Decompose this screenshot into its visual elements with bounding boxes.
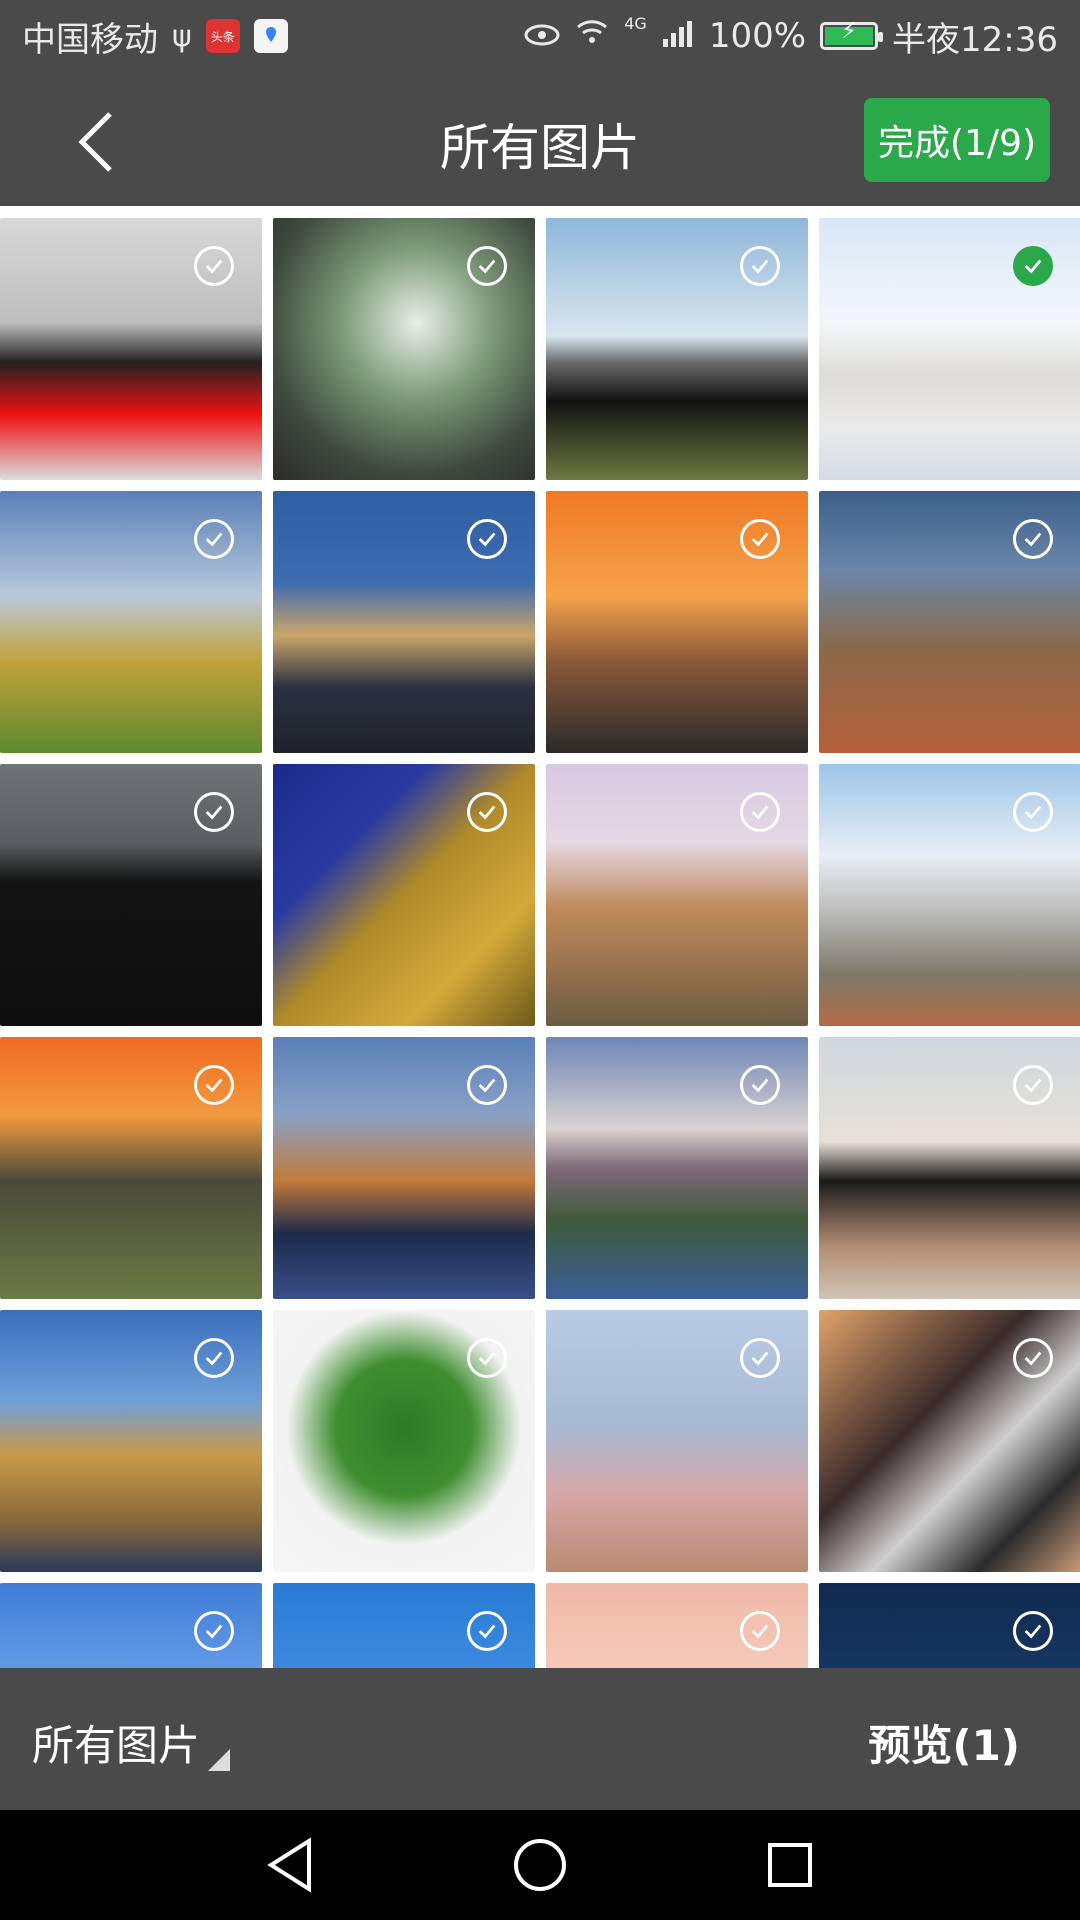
photo-thumbnail-black-sports-car[interactable] <box>546 218 808 480</box>
circle-home-icon <box>514 1839 566 1891</box>
checkmark-circle-icon[interactable] <box>467 1611 507 1651</box>
square-recents-icon <box>768 1843 812 1887</box>
nav-home-button[interactable] <box>505 1830 575 1900</box>
photo-thumbnail-cathedral-tower[interactable] <box>0 1583 262 1668</box>
photo-thumbnail-pink-sofa-interior[interactable] <box>546 1310 808 1572</box>
photo-thumbnail-chocolate-hills[interactable] <box>0 491 262 753</box>
checkmark-circle-icon[interactable] <box>1013 1611 1053 1651</box>
checkmark-circle-icon[interactable] <box>1013 792 1053 832</box>
network-type: 4G <box>624 14 647 33</box>
bottom-bar: 所有图片 预览(1) <box>0 1668 1080 1810</box>
photo-thumbnail-mountain-lake[interactable] <box>546 1037 808 1299</box>
album-selector[interactable]: 所有图片 <box>32 1712 231 1773</box>
checkmark-circle-icon[interactable] <box>194 246 234 286</box>
done-button[interactable]: 完成(1/9) <box>864 98 1050 182</box>
time-text: 半夜12:36 <box>892 19 1058 60</box>
photo-thumbnail-white-hill-village[interactable] <box>819 764 1080 1026</box>
battery-icon: ⚡ <box>820 19 884 50</box>
header-bar: 所有图片 完成(1/9) <box>0 72 1080 206</box>
checkmark-circle-icon[interactable] <box>740 246 780 286</box>
photo-thumbnail-colosseum-arches[interactable] <box>273 764 535 1026</box>
photo-thumbnail-green-plant-vase[interactable] <box>273 1310 535 1572</box>
photo-thumbnail-walled-town[interactable] <box>546 764 808 1026</box>
checkmark-circle-icon[interactable] <box>740 1065 780 1105</box>
checkmark-circle-icon[interactable] <box>194 1611 234 1651</box>
dropdown-triangle-icon <box>208 1749 231 1771</box>
checkmark-circle-icon[interactable] <box>740 1611 780 1651</box>
checkmark-circle-icon[interactable] <box>467 246 507 286</box>
checkmark-circle-icon[interactable] <box>1013 1065 1053 1105</box>
signal-icon <box>661 16 695 56</box>
photo-thumbnail-river-bridge-town[interactable] <box>819 218 1080 480</box>
checkmark-circle-icon[interactable] <box>1013 1338 1053 1378</box>
checkmark-circle-icon[interactable] <box>740 519 780 559</box>
photo-thumbnail-prague-church[interactable] <box>819 491 1080 753</box>
photo-thumbnail-snowdrop-flowers[interactable] <box>273 218 535 480</box>
checkmark-circle-icon[interactable] <box>467 792 507 832</box>
checkmark-circle-icon[interactable] <box>194 519 234 559</box>
wifi-icon <box>574 16 610 56</box>
photo-thumbnail-stockholm-night[interactable] <box>273 1037 535 1299</box>
checkmark-selected-icon[interactable] <box>1013 246 1053 286</box>
checkmark-circle-icon[interactable] <box>194 1338 234 1378</box>
carrier-text: 中国移动 <box>22 19 158 60</box>
photo-thumbnail-coastal-cliffs[interactable] <box>546 1583 808 1668</box>
checkmark-circle-icon[interactable] <box>1013 519 1053 559</box>
checkmark-circle-icon[interactable] <box>467 1065 507 1105</box>
photo-thumbnail-hanging-houses[interactable] <box>0 1310 262 1572</box>
usb-icon: ψ <box>172 18 192 54</box>
maps-app-icon <box>253 19 288 53</box>
photo-thumbnail-woman-red-skirt[interactable] <box>0 218 262 480</box>
system-nav-bar <box>0 1810 1080 1920</box>
preview-button[interactable]: 预览(1) <box>868 1712 1020 1773</box>
photo-thumbnail-street-fashion-woman[interactable] <box>819 1310 1080 1572</box>
toutiao-label: 头条 <box>210 29 235 44</box>
photo-thumbnail-city-waterfront-dusk[interactable] <box>273 491 535 753</box>
photo-grid <box>0 218 1080 1668</box>
status-bar: 中国移动 ψ 头条 4G 100% ⚡ 半夜12:36 <box>0 0 1080 72</box>
checkmark-circle-icon[interactable] <box>467 1338 507 1378</box>
photo-thumbnail-great-wall-sunset[interactable] <box>0 1037 262 1299</box>
checkmark-circle-icon[interactable] <box>194 792 234 832</box>
photo-thumbnail-woman-black-blazer[interactable] <box>819 1037 1080 1299</box>
checkmark-circle-icon[interactable] <box>194 1065 234 1105</box>
checkmark-circle-icon[interactable] <box>740 1338 780 1378</box>
battery-percent: 100% <box>708 16 807 56</box>
album-label: 所有图片 <box>32 1721 201 1770</box>
photo-thumbnail-prague-sunset[interactable] <box>546 491 808 753</box>
checkmark-circle-icon[interactable] <box>467 519 507 559</box>
photo-thumbnail-city-skyline-night[interactable] <box>819 1583 1080 1668</box>
checkmark-circle-icon[interactable] <box>740 792 780 832</box>
nav-back-button[interactable] <box>255 1830 325 1900</box>
photo-thumbnail-blue-sky[interactable] <box>273 1583 535 1668</box>
eye-icon <box>524 16 560 56</box>
photo-thumbnail-man-black-suit[interactable] <box>0 764 262 1026</box>
triangle-back-icon <box>267 1837 311 1893</box>
nav-recents-button[interactable] <box>755 1830 825 1900</box>
toutiao-app-icon: 头条 <box>205 19 240 53</box>
